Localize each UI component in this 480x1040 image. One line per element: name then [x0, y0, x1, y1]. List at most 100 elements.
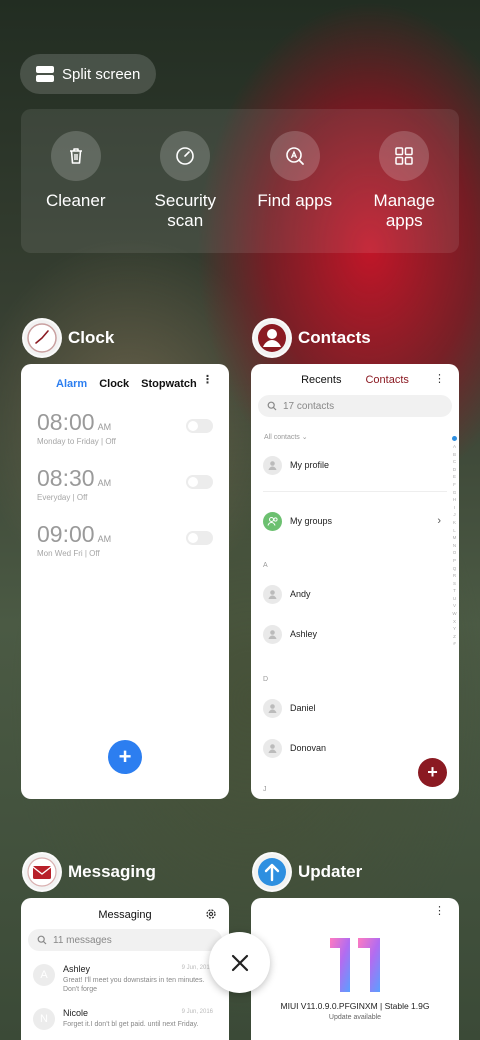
messaging-app-name: Messaging — [68, 862, 156, 881]
add-alarm-button[interactable]: + — [108, 740, 142, 774]
split-screen-label: Split screen — [62, 65, 141, 83]
message-row[interactable]: N Nicole Forget it.I don't bl get paid. … — [21, 1001, 229, 1040]
clock-tabs: Alarm Clock Stopwatch ⋮ — [21, 364, 229, 394]
manage-apps-button[interactable]: Manage apps — [354, 131, 454, 253]
message-row[interactable]: A Ashley Great! I'll meet you downstairs… — [21, 957, 229, 1001]
clock-app-name: Clock — [68, 328, 115, 347]
tab-clock[interactable]: Clock — [99, 378, 129, 390]
alphabet-index-letter[interactable]: K — [453, 519, 456, 527]
contact-row[interactable]: Ashley — [251, 614, 459, 654]
contact-name: Daniel — [290, 703, 316, 713]
alphabet-index-letter[interactable]: H — [453, 496, 456, 504]
alphabet-index-letter[interactable]: M — [453, 534, 457, 542]
clock-app-card[interactable]: Alarm Clock Stopwatch ⋮ 08:00 AM Monday t… — [21, 364, 229, 799]
clock-app-header[interactable]: Clock — [22, 318, 114, 358]
tab-contacts[interactable]: Contacts — [365, 374, 408, 386]
alphabet-index-letter[interactable]: W — [452, 610, 456, 618]
alphabet-index-letter[interactable]: Z — [453, 633, 456, 641]
alphabet-index-letter[interactable]: # — [453, 640, 456, 648]
chevron-right-icon: › — [437, 515, 441, 527]
alarm-days: Monday to Friday | Off — [37, 437, 116, 446]
messaging-app-header[interactable]: Messaging — [22, 852, 156, 892]
contacts-tabs: Recents Contacts ⋮ — [251, 364, 459, 394]
alarm-item[interactable]: 08:30 AM Everyday | Off — [21, 465, 229, 521]
alphabet-index-letter[interactable]: R — [453, 572, 456, 580]
alphabet-index-letter[interactable]: S — [453, 580, 456, 588]
contact-name: Ashley — [290, 629, 318, 639]
split-screen-icon — [36, 66, 54, 82]
more-options-icon[interactable]: ⋮ — [434, 904, 445, 917]
alphabet-index-letter[interactable]: E — [453, 473, 456, 481]
alphabet-index-letter[interactable]: N — [453, 542, 456, 550]
contact-name: Andy — [290, 589, 311, 599]
alphabet-index-letter[interactable]: P — [453, 557, 456, 565]
contacts-app-name: Contacts — [298, 328, 371, 347]
my-groups-row[interactable]: My groups › — [251, 501, 459, 541]
find-apps-button[interactable]: Find apps — [245, 131, 345, 253]
alphabet-index-letter[interactable]: C — [453, 458, 456, 466]
more-options-icon[interactable]: ⋮ — [202, 373, 213, 386]
alarm-toggle[interactable] — [186, 419, 213, 433]
add-contact-button[interactable]: + — [418, 758, 447, 787]
alphabet-index-letter[interactable]: O — [453, 549, 457, 557]
my-profile-label: My profile — [290, 460, 330, 470]
messaging-title: Messaging — [98, 909, 152, 921]
contacts-search-placeholder: 17 contacts — [283, 400, 335, 412]
tab-recents[interactable]: Recents — [301, 374, 341, 386]
avatar — [263, 624, 282, 644]
messaging-search-field[interactable]: 11 messages — [28, 929, 222, 951]
alarm-ampm: AM — [97, 478, 112, 488]
security-scan-button[interactable]: Security scan — [135, 131, 235, 253]
alphabet-index-letter[interactable]: X — [453, 618, 456, 626]
alphabet-index-letter[interactable]: A — [453, 443, 456, 451]
alarm-item[interactable]: 09:00 AM Mon Wed Fri | Off — [21, 521, 229, 577]
tab-alarm[interactable]: Alarm — [56, 378, 87, 390]
alphabet-index-letter[interactable]: Q — [453, 565, 457, 573]
alphabet-index-letter[interactable]: I — [454, 504, 455, 512]
close-all-button[interactable] — [209, 932, 270, 993]
contacts-filter-label: All contacts — [264, 434, 300, 441]
avatar: N — [33, 1008, 55, 1030]
alphabet-index-letter[interactable]: T — [453, 587, 456, 595]
alphabet-index-letter[interactable]: B — [453, 451, 456, 459]
update-version: MIUI V11.0.9.0.PFGINXM | Stable 1.9G — [280, 1001, 430, 1011]
grid-icon — [379, 131, 430, 181]
alphabet-index-letter[interactable]: V — [453, 602, 456, 610]
contacts-search-field[interactable]: 17 contacts — [258, 395, 452, 417]
contact-row[interactable]: Andy — [251, 574, 459, 614]
gear-icon[interactable] — [205, 907, 217, 925]
section-header: A — [263, 562, 268, 569]
alarm-toggle[interactable] — [186, 531, 213, 545]
alphabet-index-letter[interactable]: G — [453, 489, 457, 497]
alarm-time: 08:30 — [37, 465, 95, 491]
alphabet-index[interactable]: A B C D E F G H I J K L M N O P Q R S T U V W X Y Z # — [452, 436, 457, 648]
update-status: Update available — [328, 1014, 382, 1021]
updater-app-card[interactable]: ⋮ MIUI V11.0.9.0.PFGINXM | Stable 1.9G U… — [251, 898, 459, 1040]
contacts-app-card[interactable]: Recents Contacts ⋮ 17 contacts All conta… — [251, 364, 459, 799]
alphabet-index-letter[interactable]: J — [453, 511, 455, 519]
updater-app-header[interactable]: Updater — [252, 852, 362, 892]
trash-icon — [50, 131, 101, 181]
alphabet-index-letter[interactable]: F — [453, 481, 456, 489]
find-apps-label: Find apps — [257, 191, 333, 210]
split-screen-button[interactable]: Split screen — [20, 54, 156, 94]
divider — [263, 491, 447, 492]
cleaner-label: Cleaner — [45, 191, 106, 210]
contacts-filter[interactable]: All contacts ⌄ — [251, 417, 459, 441]
security-scan-icon — [160, 131, 211, 181]
tab-stopwatch[interactable]: Stopwatch — [141, 378, 197, 390]
alarm-toggle[interactable] — [186, 475, 213, 489]
messaging-app-card[interactable]: Messaging 11 messages A Ashley Great! I'… — [21, 898, 229, 1040]
alarm-item[interactable]: 08:00 AM Monday to Friday | Off — [21, 409, 229, 465]
cleaner-button[interactable]: Cleaner — [26, 131, 126, 253]
my-profile-row[interactable]: My profile — [251, 445, 459, 485]
alphabet-index-letter[interactable]: Y — [453, 625, 456, 633]
contact-row[interactable]: Daniel — [251, 688, 459, 728]
contacts-app-header[interactable]: Contacts — [252, 318, 371, 358]
alphabet-index-letter[interactable]: U — [453, 595, 456, 603]
more-options-icon[interactable]: ⋮ — [434, 372, 445, 385]
alarm-days: Mon Wed Fri | Off — [37, 549, 100, 558]
message-date: 9 Jun, 2016 — [181, 1009, 213, 1015]
alphabet-index-letter[interactable]: D — [453, 466, 456, 474]
alphabet-index-letter[interactable]: L — [453, 527, 456, 535]
